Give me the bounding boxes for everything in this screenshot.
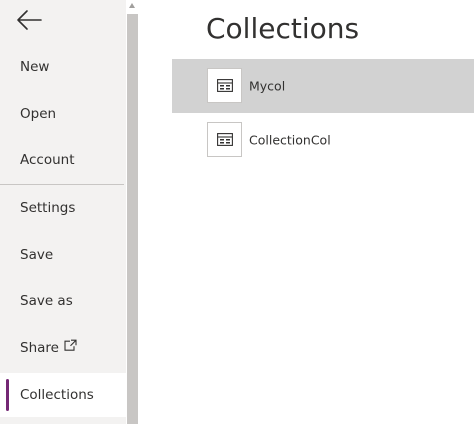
nav-item-label: New <box>20 59 50 75</box>
nav-item-new[interactable]: New <box>0 45 126 89</box>
nav-item-label: Settings <box>20 200 76 216</box>
collection-table-icon <box>207 122 242 157</box>
active-indicator <box>6 379 9 411</box>
nav-item-label: Account <box>20 152 75 168</box>
scrollbar-thumb[interactable] <box>127 14 138 424</box>
file-menu-sidebar: New Open Account Settings Save Save as S… <box>0 0 126 424</box>
external-share-icon <box>64 336 77 355</box>
nav-item-open[interactable]: Open <box>0 92 126 136</box>
nav-item-settings[interactable]: Settings <box>0 186 126 230</box>
nav-item-save[interactable]: Save <box>0 233 126 277</box>
back-button[interactable] <box>14 6 46 34</box>
collection-table-icon <box>207 68 242 103</box>
nav-item-share[interactable]: Share <box>0 326 126 370</box>
nav-item-save-as[interactable]: Save as <box>0 279 126 323</box>
nav-item-label: Save <box>20 247 54 263</box>
page-title: Collections <box>206 12 360 45</box>
nav-item-collections[interactable]: Collections <box>0 373 126 417</box>
nav-item-label: Share <box>20 340 59 356</box>
collection-item[interactable]: Mycol <box>172 59 474 113</box>
nav-item-account[interactable]: Account <box>0 138 126 182</box>
collection-name: CollectionCol <box>249 132 331 148</box>
nav-item-label: Collections <box>20 387 94 403</box>
nav-item-label: Save as <box>20 293 73 309</box>
scroll-up-arrow-icon[interactable] <box>129 3 135 8</box>
nav-divider <box>0 184 124 185</box>
collection-item[interactable]: CollectionCol <box>172 113 474 167</box>
sidebar-scrollbar[interactable] <box>126 0 139 424</box>
collection-name: Mycol <box>249 78 286 94</box>
nav-item-label: Open <box>20 106 57 122</box>
